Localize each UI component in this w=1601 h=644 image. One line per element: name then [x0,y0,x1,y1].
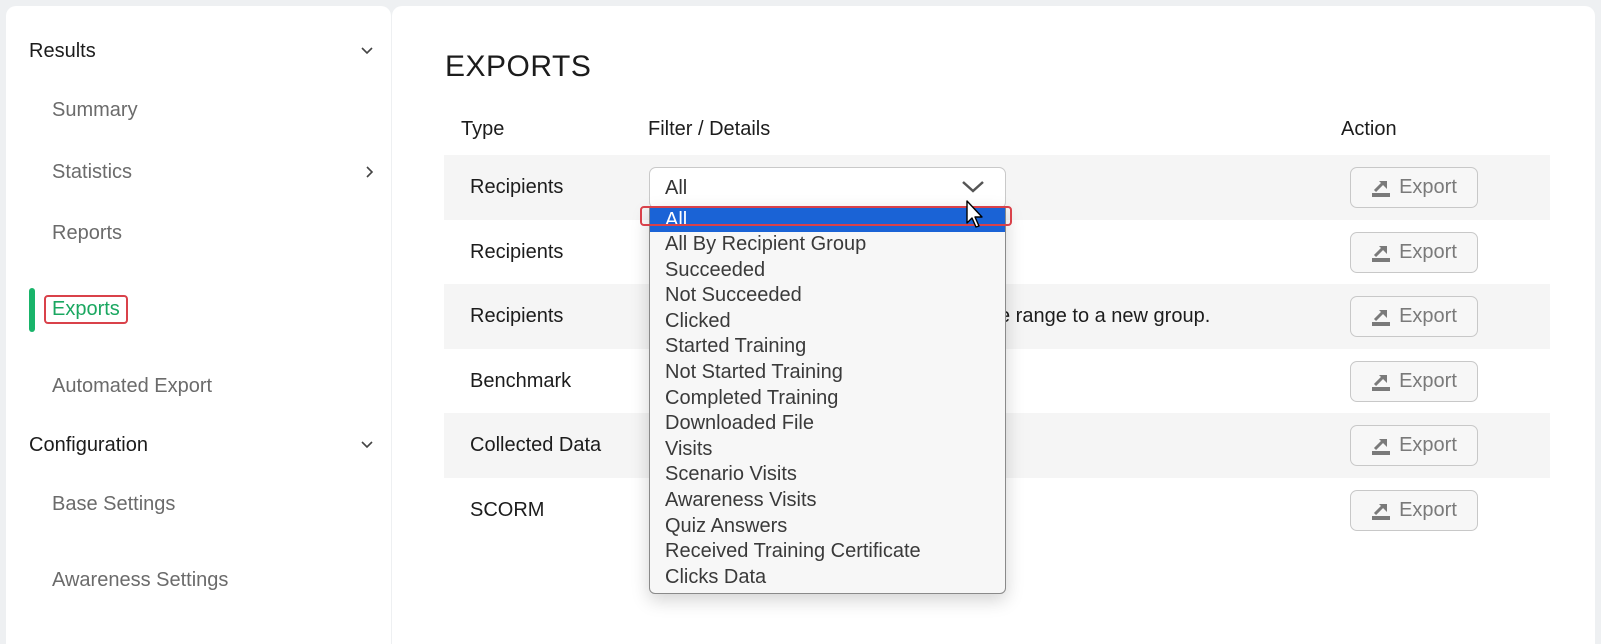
sidebar-item-label: Automated Export [52,374,213,397]
export-icon [1372,374,1391,391]
export-icon [1372,180,1391,197]
chevron-down-icon [360,44,374,58]
chevron-down-icon [360,438,374,452]
page-title: EXPORTS [445,50,592,83]
dropdown-option[interactable]: Clicked [650,309,1005,335]
sidebar-item-label: Awareness Settings [52,568,229,591]
dropdown-option[interactable]: Succeeded [650,258,1005,284]
export-label: Export [1399,305,1457,327]
row-type: Recipients [470,305,564,327]
filter-dropdown-list: All All By Recipient Group Succeeded Not… [649,207,1006,594]
export-button[interactable]: Export [1350,167,1478,208]
export-label: Export [1399,434,1457,456]
dropdown-option[interactable]: Awareness Visits [650,488,1005,514]
export-icon [1372,438,1391,455]
sidebar-item-summary[interactable]: Summary [52,93,374,127]
sidebar-item-label: Exports [44,294,128,324]
filter-select-value: All [665,176,688,199]
dropdown-option[interactable]: Visits [650,437,1005,463]
row-type: Recipients [470,176,564,198]
export-label: Export [1399,370,1457,392]
export-button[interactable]: Export [1350,490,1478,531]
row-type: Benchmark [470,370,572,392]
dropdown-option[interactable]: Not Succeeded [650,283,1005,309]
column-header-action: Action [1341,118,1397,140]
row-type: SCORM [470,499,545,521]
column-header-filter: Filter / Details [648,118,771,140]
sidebar-item-label: Base Settings [52,492,176,515]
sidebar-item-label: Summary [52,98,138,121]
filter-select[interactable]: All [649,167,1006,209]
active-indicator [29,288,35,332]
dropdown-option[interactable]: Received Training Certificate [650,539,1005,565]
dropdown-option[interactable]: Started Training [650,334,1005,360]
chevron-down-icon [961,177,985,200]
export-label: Export [1399,499,1457,521]
chevron-right-icon [366,161,374,184]
dropdown-option[interactable]: All By Recipient Group [650,232,1005,258]
dropdown-option[interactable]: Quiz Answers [650,514,1005,540]
export-icon [1372,245,1391,262]
sidebar-item-awareness-settings[interactable]: Awareness Settings [52,563,374,597]
row-detail: e range to a new group. [999,305,1211,327]
export-label: Export [1399,176,1457,198]
export-label: Export [1399,241,1457,263]
dropdown-option[interactable]: Not Started Training [650,360,1005,386]
row-type: Recipients [470,241,564,263]
mouse-cursor-icon [966,200,986,235]
sidebar-item-base-settings[interactable]: Base Settings [52,487,374,521]
sidebar: Results Summary Statistics Reports Expor… [6,6,391,644]
sidebar-item-reports[interactable]: Reports [52,216,374,250]
sidebar-section-results[interactable]: Results [29,33,374,69]
sidebar-item-automated-export[interactable]: Automated Export [52,369,374,403]
sidebar-item-statistics[interactable]: Statistics [52,155,374,189]
export-button[interactable]: Export [1350,361,1478,402]
export-button[interactable]: Export [1350,425,1478,466]
dropdown-option-all[interactable]: All [650,208,1005,232]
dropdown-option[interactable]: Completed Training [650,386,1005,412]
sidebar-item-exports[interactable]: Exports [44,292,374,326]
sidebar-section-configuration[interactable]: Configuration [29,427,374,463]
export-button[interactable]: Export [1350,296,1478,337]
export-icon [1372,309,1391,326]
sidebar-section-label: Results [29,39,96,62]
dropdown-option[interactable]: Scenario Visits [650,462,1005,488]
sidebar-section-label: Configuration [29,433,148,456]
column-header-type: Type [461,118,505,140]
sidebar-item-label: Statistics [52,160,133,183]
row-type: Collected Data [470,434,602,456]
sidebar-item-label: Reports [52,221,123,244]
dropdown-option[interactable]: Downloaded File [650,411,1005,437]
export-icon [1372,503,1391,520]
export-button[interactable]: Export [1350,232,1478,273]
dropdown-option[interactable]: Clicks Data [650,565,1005,591]
